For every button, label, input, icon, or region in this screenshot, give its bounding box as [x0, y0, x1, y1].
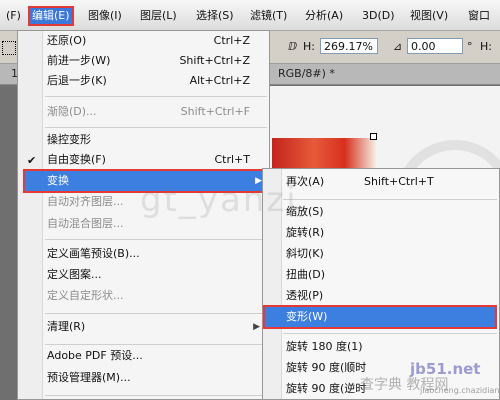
- submenu-item-scale[interactable]: 缩放(S): [282, 202, 500, 222]
- menu-separator: [45, 344, 267, 345]
- height-field[interactable]: 269.17%: [320, 38, 378, 54]
- menu-select[interactable]: 选择(S): [194, 8, 236, 24]
- h-skew-label: H:: [480, 40, 492, 53]
- menu-file[interactable]: (F): [4, 8, 23, 24]
- watermark-site-sub: jiaocheng.chazidian.com: [420, 386, 500, 395]
- menu-edit[interactable]: 编辑(E): [28, 6, 74, 26]
- height-label: H:: [303, 40, 315, 53]
- transform-handle[interactable]: [370, 133, 377, 140]
- degree-icon: °: [467, 40, 473, 53]
- submenu-item-perspective[interactable]: 透视(P): [282, 286, 500, 306]
- submenu-item-warp[interactable]: 变形(W): [263, 305, 497, 329]
- submenu-arrow-icon: ▶: [253, 322, 260, 332]
- menu-separator: [45, 96, 267, 97]
- menu-filter[interactable]: 滤镜(T): [248, 8, 289, 24]
- reference-point-icon[interactable]: [2, 41, 16, 55]
- menu-layer[interactable]: 图层(L): [138, 8, 179, 24]
- menu-view[interactable]: 视图(V): [408, 8, 450, 24]
- menu-separator: [45, 313, 267, 314]
- canvas-image: [272, 138, 376, 170]
- document-title: RGB/8#) *: [278, 67, 335, 80]
- menu-item-undo[interactable]: 还原(O) Ctrl+Z: [43, 31, 268, 51]
- menu-item-step-forward[interactable]: 前进一步(W) Shift+Ctrl+Z: [43, 51, 268, 71]
- menu-analysis[interactable]: 分析(A): [303, 8, 345, 24]
- submenu-item-rotate[interactable]: 旋转(R): [282, 223, 500, 243]
- menu-item-preset-manager[interactable]: 预设管理器(M)...: [43, 368, 268, 388]
- submenu-item-distort[interactable]: 扭曲(D): [282, 265, 500, 285]
- menu-separator: [283, 199, 497, 200]
- menu-separator: [45, 395, 267, 396]
- menu-separator: [283, 333, 497, 334]
- menu-item-define-brush[interactable]: 定义画笔预设(B)...: [43, 244, 268, 264]
- checkmark-icon: ✔: [27, 154, 37, 167]
- submenu-item-skew[interactable]: 斜切(K): [282, 244, 500, 264]
- menu-bar: (F) 编辑(E) 图像(I) 图层(L) 选择(S) 滤镜(T) 分析(A) …: [0, 0, 500, 31]
- menu-item-purge[interactable]: 清理(R) ▶: [43, 317, 268, 337]
- submenu-item-again[interactable]: 再次(A) Shift+Ctrl+T: [282, 172, 500, 192]
- angle-field[interactable]: 0.00: [407, 38, 463, 54]
- menu-separator: [45, 239, 267, 240]
- link-icon[interactable]: ⅅ: [288, 40, 297, 53]
- menu-gutter: [18, 31, 43, 399]
- menu-item-pdf-presets[interactable]: Adobe PDF 预设...: [43, 346, 268, 366]
- menu-item-puppet-warp[interactable]: 操控变形: [43, 130, 268, 150]
- menu-item-free-transform[interactable]: 自由变换(F) Ctrl+T: [43, 150, 268, 170]
- menu-3d[interactable]: 3D(D): [360, 8, 397, 24]
- angle-icon: ⊿: [393, 40, 403, 53]
- menu-item-define-pattern[interactable]: 定义图案...: [43, 265, 268, 285]
- menu-item-define-custom-shape[interactable]: 定义自定形状...: [43, 286, 268, 306]
- submenu-item-rotate-180[interactable]: 旋转 180 度(1): [282, 337, 500, 357]
- menu-separator: [45, 127, 267, 128]
- menu-window[interactable]: 窗口: [466, 8, 492, 24]
- menu-image[interactable]: 图像(I): [86, 8, 124, 24]
- watermark-text: gt_yanzi: [140, 180, 298, 220]
- menu-item-step-backward[interactable]: 后退一步(K) Alt+Ctrl+Z: [43, 71, 268, 91]
- menu-item-fade[interactable]: 渐隐(D)... Shift+Ctrl+F: [43, 102, 268, 122]
